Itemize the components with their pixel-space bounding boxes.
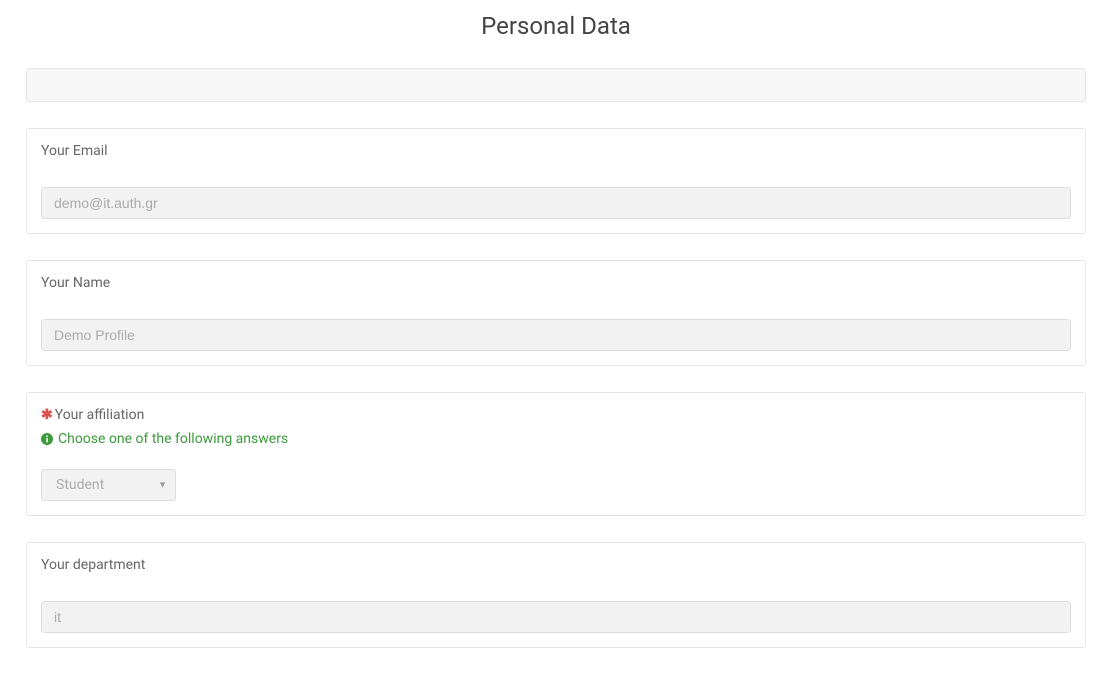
affiliation-helper-text: Choose one of the following answers [58, 431, 288, 447]
name-panel: Your Name [26, 260, 1086, 366]
affiliation-panel: ✱Your affiliation Choose one of the foll… [26, 392, 1086, 516]
name-input[interactable] [41, 319, 1071, 351]
affiliation-label: ✱Your affiliation [41, 407, 1071, 423]
empty-banner [26, 68, 1086, 102]
required-asterisk-icon: ✱ [41, 407, 53, 423]
affiliation-select-wrap: Student ▼ [41, 469, 176, 501]
email-panel: Your Email [26, 128, 1086, 234]
name-label: Your Name [41, 275, 1071, 291]
department-panel: Your department [26, 542, 1086, 648]
affiliation-select[interactable]: Student [41, 469, 176, 501]
department-label: Your department [41, 557, 1071, 573]
department-input[interactable] [41, 601, 1071, 633]
info-circle-icon [41, 433, 53, 445]
affiliation-label-text: Your affiliation [55, 407, 145, 423]
email-input[interactable] [41, 187, 1071, 219]
page-title: Personal Data [26, 0, 1086, 68]
email-label: Your Email [41, 143, 1071, 159]
affiliation-helper: Choose one of the following answers [41, 431, 1071, 447]
